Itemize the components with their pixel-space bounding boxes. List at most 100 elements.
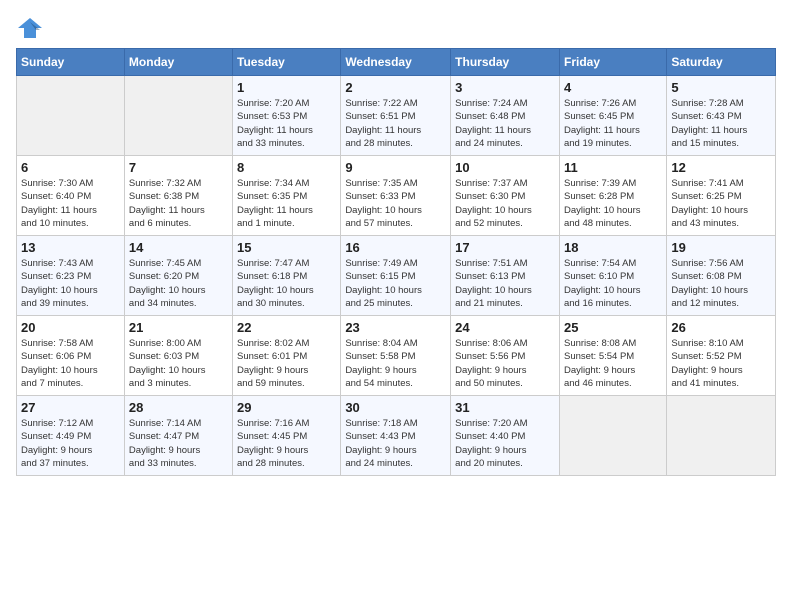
day-info: Sunrise: 7:54 AM Sunset: 6:10 PM Dayligh… bbox=[564, 257, 662, 310]
calendar-cell: 5 Sunrise: 7:28 AM Sunset: 6:43 PM Daylig… bbox=[667, 76, 776, 156]
day-number: 13 bbox=[21, 240, 120, 255]
weekday-header: Thursday bbox=[451, 49, 560, 76]
day-number: 3 bbox=[455, 80, 555, 95]
calendar-week-row: 1 Sunrise: 7:20 AM Sunset: 6:53 PM Daylig… bbox=[17, 76, 776, 156]
day-info: Sunrise: 8:08 AM Sunset: 5:54 PM Dayligh… bbox=[564, 337, 662, 390]
day-number: 22 bbox=[237, 320, 336, 335]
day-number: 1 bbox=[237, 80, 336, 95]
day-info: Sunrise: 7:32 AM Sunset: 6:38 PM Dayligh… bbox=[129, 177, 228, 230]
day-number: 30 bbox=[345, 400, 446, 415]
day-info: Sunrise: 7:24 AM Sunset: 6:48 PM Dayligh… bbox=[455, 97, 555, 150]
weekday-header: Monday bbox=[124, 49, 232, 76]
calendar-cell: 2Sunrise: 7:22 AM Sunset: 6:51 PM Daylig… bbox=[341, 76, 451, 156]
day-number: 7 bbox=[129, 160, 228, 175]
day-info: Sunrise: 7:37 AM Sunset: 6:30 PM Dayligh… bbox=[455, 177, 555, 230]
day-info: Sunrise: 7:47 AM Sunset: 6:18 PM Dayligh… bbox=[237, 257, 336, 310]
day-info: Sunrise: 7:41 AM Sunset: 6:25 PM Dayligh… bbox=[671, 177, 771, 230]
day-number: 4 bbox=[564, 80, 662, 95]
day-number: 8 bbox=[237, 160, 336, 175]
calendar-cell: 27 Sunrise: 7:12 AM Sunset: 4:49 PM Dayli… bbox=[17, 396, 125, 476]
calendar-cell: 10 Sunrise: 7:37 AM Sunset: 6:30 PM Dayli… bbox=[451, 156, 560, 236]
day-number: 24 bbox=[455, 320, 555, 335]
day-number: 19 bbox=[671, 240, 771, 255]
calendar-cell: 15 Sunrise: 7:47 AM Sunset: 6:18 PM Dayli… bbox=[233, 236, 341, 316]
calendar-cell: 4 Sunrise: 7:26 AM Sunset: 6:45 PM Daylig… bbox=[559, 76, 666, 156]
day-info: Sunrise: 7:18 AM Sunset: 4:43 PM Dayligh… bbox=[345, 417, 446, 470]
day-info: Sunrise: 7:14 AM Sunset: 4:47 PM Dayligh… bbox=[129, 417, 228, 470]
calendar-week-row: 27 Sunrise: 7:12 AM Sunset: 4:49 PM Dayli… bbox=[17, 396, 776, 476]
weekday-header: Friday bbox=[559, 49, 666, 76]
calendar-cell: 3 Sunrise: 7:24 AM Sunset: 6:48 PM Daylig… bbox=[451, 76, 560, 156]
day-number: 26 bbox=[671, 320, 771, 335]
day-number: 12 bbox=[671, 160, 771, 175]
day-info: Sunrise: 7:22 AM Sunset: 6:51 PM Dayligh… bbox=[345, 97, 446, 150]
day-info: Sunrise: 7:43 AM Sunset: 6:23 PM Dayligh… bbox=[21, 257, 120, 310]
calendar-cell bbox=[17, 76, 125, 156]
day-info: Sunrise: 7:28 AM Sunset: 6:43 PM Dayligh… bbox=[671, 97, 771, 150]
logo-icon bbox=[16, 16, 44, 40]
calendar-cell: 19 Sunrise: 7:56 AM Sunset: 6:08 PM Dayli… bbox=[667, 236, 776, 316]
day-number: 23 bbox=[345, 320, 446, 335]
weekday-header: Tuesday bbox=[233, 49, 341, 76]
calendar-cell: 9 Sunrise: 7:35 AM Sunset: 6:33 PM Daylig… bbox=[341, 156, 451, 236]
calendar-week-row: 20 Sunrise: 7:58 AM Sunset: 6:06 PM Dayli… bbox=[17, 316, 776, 396]
day-number: 10 bbox=[455, 160, 555, 175]
day-number: 18 bbox=[564, 240, 662, 255]
calendar-cell: 26 Sunrise: 8:10 AM Sunset: 5:52 PM Dayli… bbox=[667, 316, 776, 396]
calendar-cell: 23 Sunrise: 8:04 AM Sunset: 5:58 PM Dayli… bbox=[341, 316, 451, 396]
day-info: Sunrise: 7:35 AM Sunset: 6:33 PM Dayligh… bbox=[345, 177, 446, 230]
calendar-cell bbox=[559, 396, 666, 476]
calendar-cell: 13 Sunrise: 7:43 AM Sunset: 6:23 PM Dayli… bbox=[17, 236, 125, 316]
calendar-cell: 7 Sunrise: 7:32 AM Sunset: 6:38 PM Daylig… bbox=[124, 156, 232, 236]
calendar-cell: 1 Sunrise: 7:20 AM Sunset: 6:53 PM Daylig… bbox=[233, 76, 341, 156]
day-number: 29 bbox=[237, 400, 336, 415]
calendar-week-row: 13 Sunrise: 7:43 AM Sunset: 6:23 PM Dayli… bbox=[17, 236, 776, 316]
logo bbox=[16, 16, 48, 40]
day-info: Sunrise: 7:56 AM Sunset: 6:08 PM Dayligh… bbox=[671, 257, 771, 310]
calendar-cell: 14Sunrise: 7:45 AM Sunset: 6:20 PM Dayli… bbox=[124, 236, 232, 316]
day-number: 9 bbox=[345, 160, 446, 175]
day-info: Sunrise: 7:34 AM Sunset: 6:35 PM Dayligh… bbox=[237, 177, 336, 230]
day-info: Sunrise: 7:16 AM Sunset: 4:45 PM Dayligh… bbox=[237, 417, 336, 470]
day-info: Sunrise: 7:26 AM Sunset: 6:45 PM Dayligh… bbox=[564, 97, 662, 150]
calendar-cell: 8 Sunrise: 7:34 AM Sunset: 6:35 PM Daylig… bbox=[233, 156, 341, 236]
day-number: 20 bbox=[21, 320, 120, 335]
calendar-table: SundayMondayTuesdayWednesdayThursdayFrid… bbox=[16, 48, 776, 476]
calendar-cell: 17 Sunrise: 7:51 AM Sunset: 6:13 PM Dayli… bbox=[451, 236, 560, 316]
day-info: Sunrise: 7:20 AM Sunset: 4:40 PM Dayligh… bbox=[455, 417, 555, 470]
day-number: 5 bbox=[671, 80, 771, 95]
header bbox=[16, 16, 776, 40]
day-number: 28 bbox=[129, 400, 228, 415]
calendar-cell: 6Sunrise: 7:30 AM Sunset: 6:40 PM Daylig… bbox=[17, 156, 125, 236]
day-number: 27 bbox=[21, 400, 120, 415]
weekday-header: Sunday bbox=[17, 49, 125, 76]
calendar-cell: 28 Sunrise: 7:14 AM Sunset: 4:47 PM Dayli… bbox=[124, 396, 232, 476]
calendar-cell bbox=[667, 396, 776, 476]
day-info: Sunrise: 8:04 AM Sunset: 5:58 PM Dayligh… bbox=[345, 337, 446, 390]
day-info: Sunrise: 7:58 AM Sunset: 6:06 PM Dayligh… bbox=[21, 337, 120, 390]
calendar-cell: 30 Sunrise: 7:18 AM Sunset: 4:43 PM Dayli… bbox=[341, 396, 451, 476]
calendar-cell: 11Sunrise: 7:39 AM Sunset: 6:28 PM Dayli… bbox=[559, 156, 666, 236]
day-info: Sunrise: 7:51 AM Sunset: 6:13 PM Dayligh… bbox=[455, 257, 555, 310]
calendar-cell: 16 Sunrise: 7:49 AM Sunset: 6:15 PM Dayli… bbox=[341, 236, 451, 316]
weekday-header: Saturday bbox=[667, 49, 776, 76]
calendar-cell: 24Sunrise: 8:06 AM Sunset: 5:56 PM Dayli… bbox=[451, 316, 560, 396]
day-info: Sunrise: 7:49 AM Sunset: 6:15 PM Dayligh… bbox=[345, 257, 446, 310]
day-number: 16 bbox=[345, 240, 446, 255]
day-number: 11 bbox=[564, 160, 662, 175]
day-info: Sunrise: 7:30 AM Sunset: 6:40 PM Dayligh… bbox=[21, 177, 120, 230]
day-number: 21 bbox=[129, 320, 228, 335]
day-info: Sunrise: 7:20 AM Sunset: 6:53 PM Dayligh… bbox=[237, 97, 336, 150]
calendar-cell: 20 Sunrise: 7:58 AM Sunset: 6:06 PM Dayli… bbox=[17, 316, 125, 396]
calendar-cell bbox=[124, 76, 232, 156]
weekday-header: Wednesday bbox=[341, 49, 451, 76]
day-number: 15 bbox=[237, 240, 336, 255]
day-number: 17 bbox=[455, 240, 555, 255]
day-info: Sunrise: 7:45 AM Sunset: 6:20 PM Dayligh… bbox=[129, 257, 228, 310]
day-number: 25 bbox=[564, 320, 662, 335]
day-info: Sunrise: 7:12 AM Sunset: 4:49 PM Dayligh… bbox=[21, 417, 120, 470]
day-info: Sunrise: 8:10 AM Sunset: 5:52 PM Dayligh… bbox=[671, 337, 771, 390]
day-info: Sunrise: 8:02 AM Sunset: 6:01 PM Dayligh… bbox=[237, 337, 336, 390]
calendar-cell: 21 Sunrise: 8:00 AM Sunset: 6:03 PM Dayli… bbox=[124, 316, 232, 396]
day-info: Sunrise: 8:00 AM Sunset: 6:03 PM Dayligh… bbox=[129, 337, 228, 390]
